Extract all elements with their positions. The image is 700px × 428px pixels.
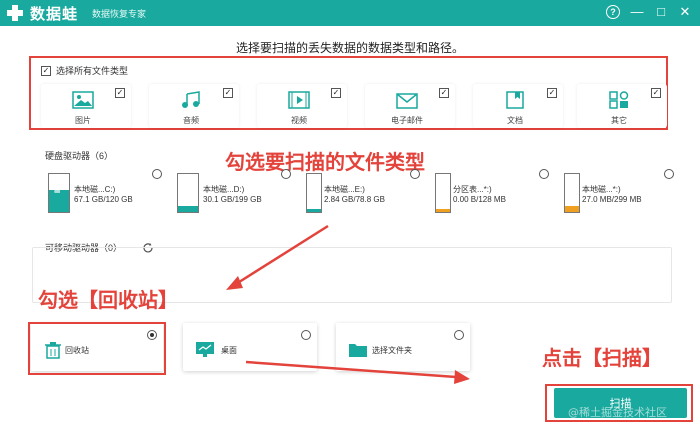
location-choose-folder[interactable]: 选择文件夹 (336, 323, 470, 371)
type-tile-other[interactable]: ✓ 其它 (577, 84, 667, 128)
desktop-icon (196, 342, 214, 357)
drive-name: 本地磁...*:) (582, 185, 621, 194)
audio-icon (182, 91, 200, 108)
drive-d-icon (177, 173, 199, 213)
email-icon (396, 93, 418, 109)
type-label-document: 文档 (507, 116, 523, 125)
drive-c-icon: ▦ (48, 173, 70, 213)
app-subtitle: 数据恢复专家 (92, 8, 147, 19)
highlight-recycle-box (28, 322, 166, 375)
drive-size: 30.1 GB/199 GB (203, 195, 262, 204)
drive-local-icon (564, 173, 580, 213)
document-icon (506, 91, 524, 109)
drive-radio[interactable] (152, 169, 162, 179)
location-radio[interactable] (454, 330, 464, 340)
location-label: 选择文件夹 (372, 346, 412, 355)
page-headline: 选择要扫描的丢失数据的数据类型和路径。 (235, 41, 464, 55)
video-icon (288, 91, 310, 109)
maximize-button[interactable]: □ (654, 4, 668, 20)
drive-radio[interactable] (539, 169, 549, 179)
type-checkbox-video[interactable]: ✓ (331, 88, 341, 98)
hard-drive-list: ▦ 本地磁...C:) 67.1 GB/120 GB 本地磁...D:) 30.… (32, 165, 674, 223)
drive-e-icon (306, 173, 322, 213)
folder-icon (349, 344, 367, 357)
type-checkbox-audio[interactable]: ✓ (223, 88, 233, 98)
select-all-label: 选择所有文件类型 (56, 66, 129, 76)
app-name: 数据蛙 (30, 5, 79, 23)
drive-name: 本地磁...E:) (324, 185, 365, 194)
type-checkbox-document[interactable]: ✓ (547, 88, 557, 98)
type-tile-email[interactable]: ✓ 电子邮件 (365, 84, 455, 128)
type-tile-video[interactable]: ✓ 视频 (257, 84, 347, 128)
drive-size: 67.1 GB/120 GB (74, 195, 133, 204)
drive-item[interactable]: 本地磁...*:) 27.0 MB/299 MB (554, 169, 680, 219)
type-label-audio: 音频 (183, 116, 199, 125)
logo-plus-icon (6, 4, 24, 22)
drive-item[interactable]: 分区表...*:) 0.00 B/128 MB (425, 169, 551, 219)
minimize-button[interactable]: — (630, 4, 644, 20)
window-controls: ? — □ ✕ (606, 4, 692, 20)
type-tile-image[interactable]: ✓ 图片 (41, 84, 131, 128)
hard-drives-title: 硬盘驱动器（6） (45, 151, 114, 161)
other-icon (609, 91, 629, 109)
type-checkbox-other[interactable]: ✓ (651, 88, 661, 98)
drive-radio[interactable] (281, 169, 291, 179)
arrow-head-scan (454, 370, 470, 384)
annotation-recycle: 勾选【回收站】 (38, 288, 178, 312)
type-label-video: 视频 (291, 116, 307, 125)
location-radio[interactable] (301, 330, 311, 340)
watermark: @稀土掘金技术社区 (568, 406, 667, 419)
drive-item[interactable]: ▦ 本地磁...C:) 67.1 GB/120 GB (38, 169, 164, 219)
drive-radio[interactable] (410, 169, 420, 179)
file-types-section: ✓ 选择所有文件类型 ✓ 图片 ✓ 音频 ✓ 视频 ✓ 电子邮件 ✓ 文档 ✓ … (29, 56, 668, 130)
type-tile-audio[interactable]: ✓ 音频 (149, 84, 239, 128)
type-checkbox-email[interactable]: ✓ (439, 88, 449, 98)
image-icon (72, 91, 94, 109)
drive-name: 本地磁...D:) (203, 185, 245, 194)
drive-name: 分区表...*:) (453, 185, 492, 194)
drive-radio[interactable] (664, 169, 674, 179)
type-label-email: 电子邮件 (391, 116, 423, 125)
type-label-image: 图片 (75, 116, 91, 125)
drive-size: 0.00 B/128 MB (453, 195, 506, 204)
drive-item[interactable]: 本地磁...D:) 30.1 GB/199 GB (167, 169, 293, 219)
drive-size: 27.0 MB/299 MB (582, 195, 642, 204)
type-tile-document[interactable]: ✓ 文档 (473, 84, 563, 128)
close-button[interactable]: ✕ (678, 4, 692, 20)
drive-size: 2.84 GB/78.8 GB (324, 195, 385, 204)
select-all-types[interactable]: ✓ 选择所有文件类型 (41, 64, 128, 77)
type-checkbox-image[interactable]: ✓ (115, 88, 125, 98)
drive-partition-icon (435, 173, 451, 213)
annotation-scan: 点击【扫描】 (542, 346, 662, 370)
location-label: 桌面 (221, 346, 237, 355)
location-desktop[interactable]: 桌面 (183, 323, 317, 371)
app-logo: 数据蛙 数据恢复专家 (6, 3, 146, 24)
help-icon[interactable]: ? (606, 5, 620, 19)
drive-name: 本地磁...C:) (74, 185, 116, 194)
select-all-checkbox[interactable]: ✓ (41, 65, 51, 76)
windows-logo-icon: ▦ (54, 187, 61, 194)
drive-item[interactable]: 本地磁...E:) 2.84 GB/78.8 GB (296, 169, 422, 219)
type-label-other: 其它 (611, 116, 627, 125)
title-bar: 数据蛙 数据恢复专家 ? — □ ✕ (0, 0, 700, 26)
